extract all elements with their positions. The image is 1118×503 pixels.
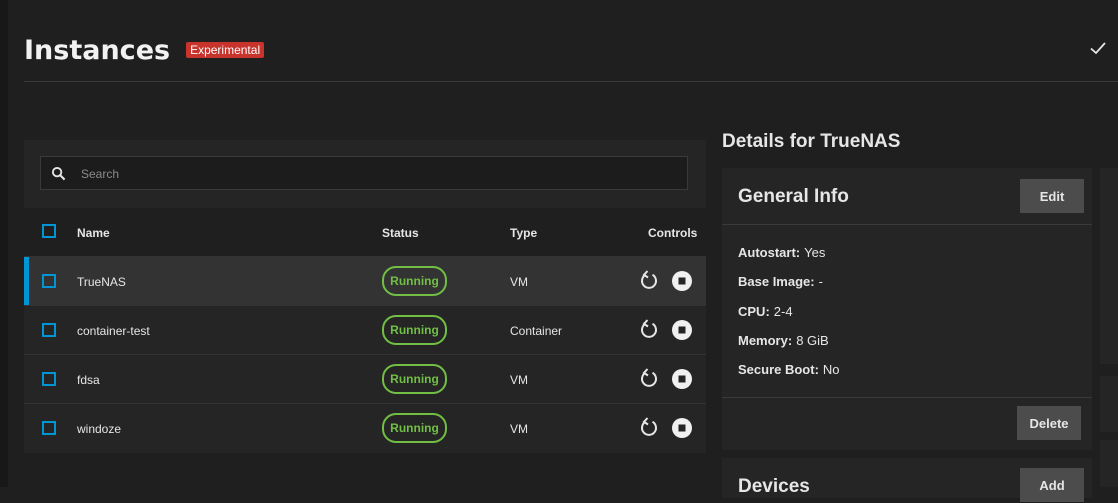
field-value: Yes: [804, 245, 826, 260]
right-card-partial: [1100, 376, 1118, 432]
select-all-checkbox[interactable]: [42, 224, 56, 238]
instance-name: fdsa: [77, 373, 100, 387]
secure-boot-field: Secure Boot: No: [738, 362, 840, 377]
instance-type: VM: [510, 275, 528, 289]
status-badge: Running: [382, 266, 447, 296]
page-header: Instances Experimental: [24, 30, 265, 70]
restart-icon[interactable]: [638, 416, 660, 438]
add-device-button[interactable]: Add: [1020, 468, 1084, 502]
stop-icon[interactable]: [672, 320, 692, 340]
column-header-type: Type: [510, 226, 538, 240]
general-info-title: General Info: [738, 186, 849, 207]
search-input[interactable]: [79, 157, 683, 191]
search-box: [40, 156, 688, 191]
right-card-partial: [1100, 440, 1118, 487]
restart-icon[interactable]: [638, 269, 660, 291]
column-header-controls: Controls: [648, 226, 698, 240]
page-title: Instances: [24, 34, 171, 66]
field-label: Memory:: [738, 333, 793, 348]
field-value: -: [818, 274, 823, 289]
table-row[interactable]: windoze Running VM: [24, 403, 706, 452]
devices-card: Devices Add: [722, 458, 1092, 502]
instance-name: TrueNAS: [77, 275, 126, 289]
instance-name: container-test: [77, 324, 150, 338]
header-divider: [24, 81, 1118, 82]
autostart-field: Autostart: Yes: [738, 245, 825, 260]
edit-button[interactable]: Edit: [1020, 179, 1084, 213]
cpu-field: CPU: 2-4: [738, 304, 793, 319]
row-checkbox[interactable]: [42, 421, 56, 435]
card-divider: [722, 224, 1092, 225]
field-value: No: [822, 362, 840, 377]
row-checkbox[interactable]: [42, 323, 56, 337]
column-header-status: Status: [382, 226, 419, 240]
base-image-field: Base Image: -: [738, 274, 823, 289]
card-divider: [722, 397, 1092, 398]
right-card-partial: [1100, 168, 1118, 364]
row-checkbox[interactable]: [42, 372, 56, 386]
instance-type: VM: [510, 422, 528, 436]
table-row[interactable]: container-test Running Container: [24, 305, 706, 354]
left-edge-strip: [0, 0, 8, 487]
instance-type: Container: [510, 324, 563, 338]
restart-icon[interactable]: [638, 318, 660, 340]
table-row[interactable]: fdsa Running VM: [24, 354, 706, 403]
check-icon[interactable]: [1088, 38, 1108, 58]
restart-icon[interactable]: [638, 367, 660, 389]
delete-button[interactable]: Delete: [1017, 406, 1081, 440]
stop-icon[interactable]: [672, 271, 692, 291]
search-icon: [51, 166, 66, 181]
row-checkbox[interactable]: [42, 274, 56, 288]
table-row[interactable]: TrueNAS Running VM: [24, 256, 706, 305]
memory-field: Memory: 8 GiB: [738, 333, 829, 348]
table-header: Name Status Type Controls: [24, 208, 706, 256]
instance-type: VM: [510, 373, 528, 387]
field-label: Base Image:: [738, 274, 815, 289]
general-info-card: General Info Edit Autostart: Yes Base Ima…: [722, 168, 1092, 450]
stop-icon[interactable]: [672, 418, 692, 438]
experimental-badge: Experimental: [186, 42, 265, 58]
field-label: Secure Boot:: [738, 362, 819, 377]
instance-name: windoze: [77, 422, 122, 436]
details-title: Details for TrueNAS: [722, 131, 901, 152]
field-value: 8 GiB: [796, 333, 829, 348]
status-badge: Running: [382, 364, 447, 394]
stop-icon[interactable]: [672, 369, 692, 389]
instances-list-card: Name Status Type Controls TrueNAS Runnin…: [24, 140, 706, 453]
selected-row-indicator: [24, 257, 29, 305]
column-header-name: Name: [77, 226, 110, 240]
devices-title: Devices: [738, 476, 810, 497]
field-label: Autostart:: [738, 245, 801, 260]
status-badge: Running: [382, 413, 447, 443]
status-badge: Running: [382, 315, 447, 345]
field-label: CPU:: [738, 304, 770, 319]
field-value: 2-4: [773, 304, 793, 319]
